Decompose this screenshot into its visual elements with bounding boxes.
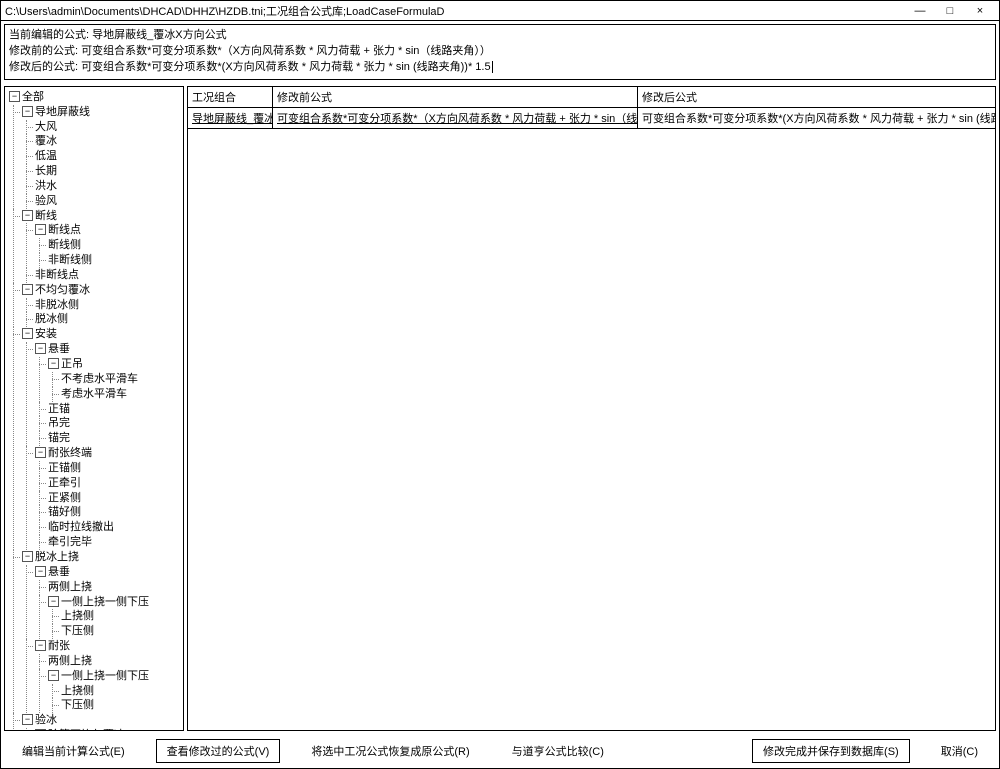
tree-leaf-bukaolv[interactable]: 不考虑水平滑车 [61, 372, 181, 387]
tree-toggle-icon[interactable]: − [48, 670, 59, 681]
current-formula-row: 当前编辑的公式: 导地屏蔽线_覆冰X方向公式 [9, 28, 991, 44]
tree-node-yiceshangnao[interactable]: −一侧上挠一侧下压 上挠侧 下压侧 [48, 595, 181, 640]
col-header-case[interactable]: 工况组合 [188, 86, 273, 107]
before-formula-row: 修改前的公式: 可变组合系数*可变分项系数*（X方向风荷系数 * 风力荷载 + … [9, 44, 991, 60]
tree-leaf-linshi[interactable]: 临时拉线撤出 [48, 520, 181, 535]
tree-toggle-icon[interactable]: − [22, 714, 33, 725]
text-cursor [492, 61, 493, 73]
tree-leaf-feituobingce[interactable]: 非脱冰侧 [35, 298, 181, 313]
compare-button[interactable]: 与道亨公式比较(C) [501, 739, 615, 763]
tree-leaf-shangnaoce[interactable]: 上挠侧 [61, 609, 181, 624]
tree-root[interactable]: −全部 −导地屏蔽线 大风 覆冰 低温 长期 洪水 验风 [9, 90, 181, 731]
tree-node-yanbing[interactable]: −验冰 −验算不均匀覆冰 非脱冰侧 脱冰侧 验算覆冰 验算1 [22, 713, 181, 731]
tree-leaf-zhengjince[interactable]: 正紧侧 [48, 491, 181, 506]
tree-node-naizhang[interactable]: −耐张终端 正锚侧 正牵引 正紧侧 锚好侧 临时拉线撤出 牵引完毕 [35, 446, 181, 550]
formula-info-panel: 当前编辑的公式: 导地屏蔽线_覆冰X方向公式 修改前的公式: 可变组合系数*可变… [4, 24, 996, 80]
tree-toggle-icon[interactable]: − [35, 447, 46, 458]
tree-leaf-nz-shangnaoce[interactable]: 上挠侧 [61, 684, 181, 699]
tree-leaf-changqi[interactable]: 长期 [35, 164, 181, 179]
before-formula-value: 可变组合系数*可变分项系数*（X方向风荷系数 * 风力荷载 + 张力 * sin… [78, 45, 491, 57]
tree-leaf-kaolv[interactable]: 考虑水平滑车 [61, 387, 181, 402]
formula-table[interactable]: 工况组合 修改前公式 修改后公式 导地屏蔽线_覆冰… 可变组合系数*可变分项系数… [187, 86, 996, 129]
tree-node-yansuanbjy[interactable]: −验算不均匀覆冰 非脱冰侧 脱冰侧 [35, 728, 181, 731]
tree-node-nz-yice[interactable]: −一侧上挠一侧下压 上挠侧 下压侧 [48, 669, 181, 714]
tree-node-tb-xuanchui[interactable]: −悬垂 两侧上挠 −一侧上挠一侧下压 上挠侧 下压侧 [35, 565, 181, 639]
tree-node-bujunyunfubing[interactable]: −不均匀覆冰 非脱冰侧 脱冰侧 [22, 283, 181, 328]
col-header-after[interactable]: 修改后公式 [638, 86, 996, 107]
tree-leaf-maowan[interactable]: 锚完 [48, 431, 181, 446]
tree-node-tuobing[interactable]: −脱冰上挠 −悬垂 两侧上挠 −一侧上挠一侧下压 上挠侧 下压侧 [22, 550, 181, 713]
close-button[interactable]: × [965, 4, 995, 18]
window-title: C:\Users\admin\Documents\DHCAD\DHHZ\HZDB… [5, 3, 905, 19]
tree-node-tb-naizhang[interactable]: −耐张 两侧上挠 −一侧上挠一侧下压 上挠侧 下压侧 [35, 639, 181, 713]
after-formula-row[interactable]: 修改后的公式: 可变组合系数*可变分项系数*(X方向风荷系数 * 风力荷载 * … [9, 60, 991, 76]
window-controls: — □ × [905, 4, 995, 18]
restore-formula-button[interactable]: 将选中工况公式恢复成原公式(R) [300, 739, 480, 763]
tree-leaf-feiduanxiandian[interactable]: 非断线点 [35, 268, 181, 283]
tree-toggle-icon[interactable]: − [35, 566, 46, 577]
tree-toggle-icon[interactable]: − [35, 224, 46, 235]
table-empty-area [187, 129, 996, 731]
edit-formula-button[interactable]: 编辑当前计算公式(E) [11, 739, 136, 763]
tree-leaf-tuobingce[interactable]: 脱冰侧 [35, 312, 181, 327]
tree-node-duanxian[interactable]: −断线 −断线点 断线侧 非断线侧 非断线点 [22, 209, 181, 283]
tree-toggle-icon[interactable]: − [35, 343, 46, 354]
tree-toggle-icon[interactable]: − [22, 551, 33, 562]
tree-toggle-icon[interactable]: − [9, 91, 20, 102]
tree-toggle-icon[interactable]: − [35, 640, 46, 651]
cancel-button[interactable]: 取消(C) [930, 739, 989, 763]
tree-leaf-hongshui[interactable]: 洪水 [35, 179, 181, 194]
save-button[interactable]: 修改完成并保存到数据库(S) [752, 739, 910, 763]
tree-leaf-liangceshangnao[interactable]: 两侧上挠 [48, 580, 181, 595]
cell-after[interactable]: 可变组合系数*可变分项系数*(X方向风荷系数 * 风力荷载 + 张力 * sin… [638, 107, 996, 128]
tree-leaf-duanxiance[interactable]: 断线侧 [48, 238, 181, 253]
minimize-button[interactable]: — [905, 4, 935, 18]
maximize-button[interactable]: □ [935, 4, 965, 18]
tree-leaf-zhengqianyin[interactable]: 正牵引 [48, 476, 181, 491]
tree-toggle-icon[interactable]: − [48, 596, 59, 607]
tree-toggle-icon[interactable]: − [22, 328, 33, 339]
tree-toggle-icon[interactable]: − [35, 729, 46, 731]
table-row[interactable]: 导地屏蔽线_覆冰… 可变组合系数*可变分项系数*（X方向风荷系数 * 风力荷载 … [188, 107, 996, 128]
current-formula-value: 导地屏蔽线_覆冰X方向公式 [89, 29, 227, 41]
tree-toggle-icon[interactable]: − [22, 284, 33, 295]
tree-leaf-feiduanxiance[interactable]: 非断线侧 [48, 253, 181, 268]
tree-node-zhengdiao[interactable]: −正吊 不考虑水平滑车 考虑水平滑车 [48, 357, 181, 402]
table-header-row: 工况组合 修改前公式 修改后公式 [188, 86, 996, 107]
tree-leaf-zhengmao[interactable]: 正锚 [48, 402, 181, 417]
view-modified-button[interactable]: 查看修改过的公式(V) [156, 739, 281, 763]
current-formula-label: 当前编辑的公式: [9, 29, 89, 41]
tree-toggle-icon[interactable]: − [22, 210, 33, 221]
tree-toggle-icon[interactable]: − [22, 106, 33, 117]
tree-leaf-maohaoce[interactable]: 锚好侧 [48, 505, 181, 520]
tree-node-anzhuang[interactable]: −安装 −悬垂 −正吊 不考虑水平滑车 考虑水平滑车 [22, 327, 181, 550]
tree-leaf-yanfeng[interactable]: 验风 [35, 194, 181, 209]
tree-node-xuanchui[interactable]: −悬垂 −正吊 不考虑水平滑车 考虑水平滑车 正锚 [35, 342, 181, 446]
app-window: C:\Users\admin\Documents\DHCAD\DHHZ\HZDB… [0, 0, 1000, 769]
tree-leaf-nz-xiayace[interactable]: 下压侧 [61, 698, 181, 713]
after-formula-label: 修改后的公式: [9, 61, 78, 73]
tree-leaf-nz-liangce[interactable]: 两侧上挠 [48, 654, 181, 669]
button-bar: 编辑当前计算公式(E) 查看修改过的公式(V) 将选中工况公式恢复成原公式(R)… [1, 734, 999, 768]
tree-leaf-diwen[interactable]: 低温 [35, 149, 181, 164]
after-formula-value: 可变组合系数*可变分项系数*(X方向风荷系数 * 风力荷载 * 张力 * sin… [78, 61, 491, 73]
tree-leaf-dafeng[interactable]: 大风 [35, 120, 181, 135]
tree-node-shield-line[interactable]: −导地屏蔽线 大风 覆冰 低温 长期 洪水 验风 [22, 105, 181, 209]
content-pane: 工况组合 修改前公式 修改后公式 导地屏蔽线_覆冰… 可变组合系数*可变分项系数… [187, 86, 996, 731]
titlebar: C:\Users\admin\Documents\DHCAD\DHHZ\HZDB… [1, 1, 999, 21]
cell-case[interactable]: 导地屏蔽线_覆冰… [188, 107, 273, 128]
tree-toggle-icon[interactable]: − [48, 358, 59, 369]
main-area: −全部 −导地屏蔽线 大风 覆冰 低温 长期 洪水 验风 [1, 83, 999, 734]
cell-before[interactable]: 可变组合系数*可变分项系数*（X方向风荷系数 * 风力荷载 + 张力 * sin… [273, 107, 638, 128]
tree-pane[interactable]: −全部 −导地屏蔽线 大风 覆冰 低温 长期 洪水 验风 [4, 86, 184, 731]
tree-leaf-fubing[interactable]: 覆冰 [35, 134, 181, 149]
tree-leaf-diaowan[interactable]: 吊完 [48, 416, 181, 431]
before-formula-label: 修改前的公式: [9, 45, 78, 57]
tree-leaf-xiayace[interactable]: 下压侧 [61, 624, 181, 639]
tree-node-duanxiandian[interactable]: −断线点 断线侧 非断线侧 [35, 223, 181, 268]
tree-leaf-qianyinwanbi[interactable]: 牵引完毕 [48, 535, 181, 550]
col-header-before[interactable]: 修改前公式 [273, 86, 638, 107]
tree-leaf-zhengmaoce[interactable]: 正锚侧 [48, 461, 181, 476]
